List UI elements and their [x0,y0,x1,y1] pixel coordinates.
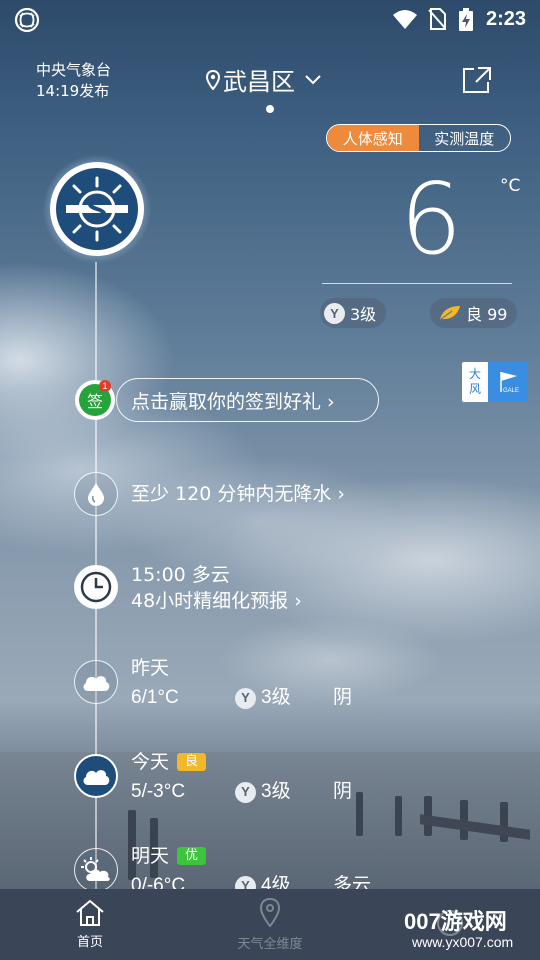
day-name: 今天 [131,751,170,773]
location-selector[interactable]: 武昌区 [206,62,321,97]
raindrop-icon [74,472,118,516]
watermark-url: www.yx007.com [412,934,514,950]
hourly-now: 15:00 多云 [131,564,230,586]
location-pin-icon [259,897,281,928]
home-icon [76,899,104,926]
nav-home[interactable]: 首页 [0,889,180,960]
sign-in-reward-button[interactable]: 点击赢取你的签到好礼 › [116,378,379,422]
cloud-icon [74,754,118,798]
source-name: 中央气象台 [36,61,112,79]
nav-home-label: 首页 [76,935,103,950]
day-row-today[interactable]: 今天 良 5/-3°C Y 3级 阴 [131,749,391,805]
hourly-forecast[interactable]: 15:00 多云 48小时精细化预报 › [131,562,302,614]
tab-measured-temp[interactable]: 实测温度 [419,125,511,151]
day-wind-level: 3级 [261,781,291,802]
cloud-icon [74,660,118,704]
notification-badge: 1 [99,380,111,392]
partly-cloudy-icon [74,848,118,892]
air-quality-badge: 优 [177,847,207,865]
wind-icon: Y [235,781,256,803]
clock: 2:23 [485,8,526,30]
air-quality-badge: 良 [177,753,207,771]
wind-icon: Y [235,687,256,709]
share-icon[interactable] [462,66,492,94]
gale-label: 大 风 [462,362,488,402]
day-row-yesterday[interactable]: 昨天 6/1°C Y 3级 阴 [131,655,391,711]
gale-char-1: 大 [468,367,481,381]
app-logo-icon [14,7,40,33]
status-bar: 2:23 [0,0,540,38]
day-wind-level: 3级 [261,687,291,708]
sign-in-text: 点击赢取你的签到好礼 › [131,390,335,413]
air-quality-pill[interactable]: 良 99 [430,298,518,328]
gale-tag: GALE [503,388,519,394]
day-temp: 5/-3°C [131,781,186,802]
watermark-brand: 007游戏网 [404,909,507,934]
temperature-unit: °C [500,176,521,196]
flag-icon: GALE [488,362,528,402]
day-wind: Y 3级 [235,685,291,711]
chevron-down-icon [305,74,321,84]
gale-warning-badge[interactable]: 大 风 GALE [462,362,528,402]
forecast-source: 中央气象台 14:19发布 [36,60,111,102]
tab-feels-like[interactable]: 人体感知 [327,125,419,151]
sunny-icon [56,168,138,250]
day-wind: Y 3级 [235,779,291,805]
day-name: 明天 [131,845,170,867]
day-condition: 阴 [333,781,353,802]
hourly-48h-link[interactable]: 48小时精细化预报 › [131,588,302,614]
leaf-icon [439,306,460,321]
day-name: 昨天 [131,657,170,679]
nav-weather-dimensions[interactable]: 天气全维度 [180,889,360,960]
temperature-mode-toggle: 人体感知 实测温度 [326,124,511,152]
clock-icon [74,565,118,609]
wind-level: 3级 [350,305,377,324]
wind-level-pill[interactable]: Y 3级 [320,298,387,328]
pier-post [395,796,402,836]
air-quality-value: 良 99 [466,305,508,324]
precipitation-forecast-link[interactable]: 至少 120 分钟内无降水 › [131,481,345,507]
battery-charging-icon [459,8,473,31]
divider [322,283,512,284]
day-condition: 阴 [333,687,353,708]
nav-weather-label: 天气全维度 [237,937,303,952]
day-temp: 6/1°C [131,687,179,708]
wifi-icon [393,10,417,29]
location-name: 武昌区 [223,68,295,96]
page-indicator [266,105,274,113]
wind-icon: Y [324,302,345,324]
current-temperature: 6 [399,163,463,277]
no-sim-icon [428,8,446,30]
publish-time: 14:19发布 [36,82,110,100]
gale-char-2: 风 [468,382,481,396]
location-pin-icon [206,69,220,90]
